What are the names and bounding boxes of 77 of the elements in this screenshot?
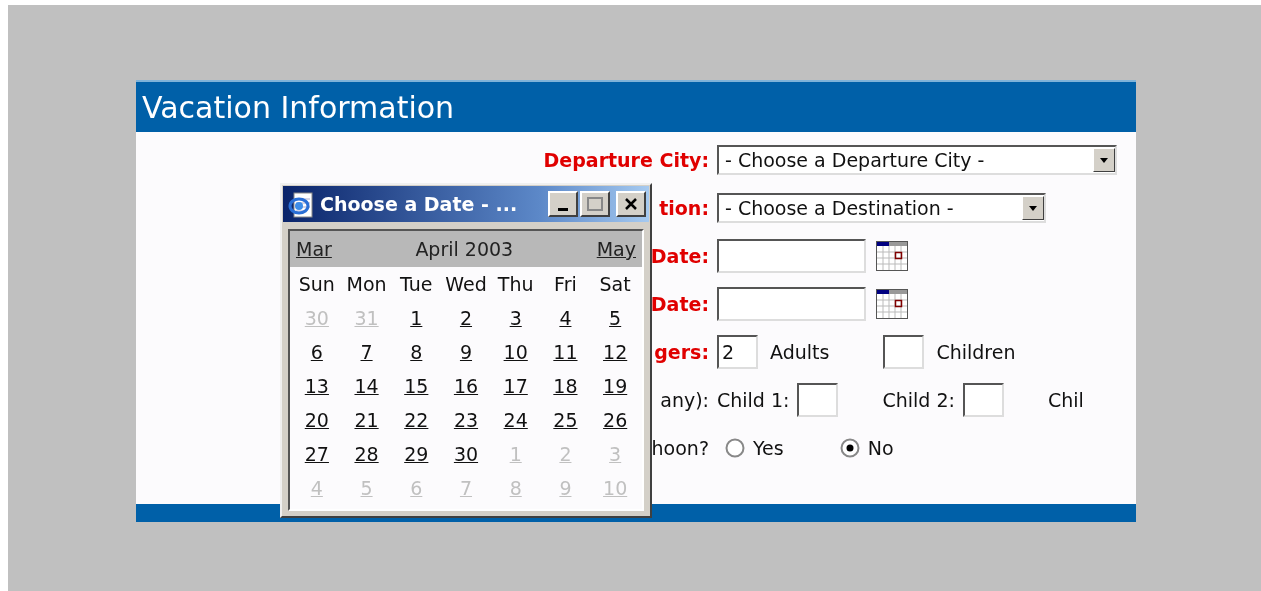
day-link[interactable]: 8 (410, 341, 423, 363)
day-link[interactable]: 3 (509, 307, 522, 329)
day-link[interactable]: 2 (459, 307, 473, 329)
field-label: hoon? (651, 437, 709, 459)
field-label: Date: (650, 293, 709, 315)
number-field[interactable] (883, 335, 925, 369)
field-caption: Chil (1047, 389, 1084, 411)
weekday-label: Thu (496, 272, 535, 297)
day-link[interactable]: 26 (603, 409, 628, 431)
calendar-icon (876, 241, 908, 271)
weekday-label: Mon (345, 272, 388, 297)
minimize-button[interactable] (548, 191, 578, 217)
dropdown[interactable]: - Choose a Departure City - (717, 145, 1117, 175)
day-link[interactable]: 21 (354, 409, 379, 431)
day-link[interactable]: 17 (503, 375, 528, 397)
number-field[interactable]: 2 (717, 335, 758, 369)
month-title: April 2003 (415, 238, 514, 260)
weekday-label: Wed (444, 272, 488, 297)
previous-month-link[interactable]: Mar (296, 238, 332, 260)
radio-button[interactable] (839, 438, 860, 458)
field-label: Date: (650, 245, 709, 267)
field-label: gers: (654, 341, 709, 363)
window-title: Choose a Date - ... (320, 193, 519, 215)
weekday-label: Tue (399, 272, 434, 297)
close-icon (624, 197, 638, 211)
day-link[interactable]: 27 (304, 443, 329, 465)
date-field[interactable] (717, 287, 866, 321)
age-field[interactable] (797, 383, 839, 417)
field-caption: Child 2: (882, 389, 955, 411)
field-caption: Adults (770, 341, 830, 363)
day-link[interactable]: 12 (603, 341, 628, 363)
day-link[interactable]: 22 (404, 409, 429, 431)
day-link[interactable]: 16 (453, 375, 479, 397)
field-label: tion: (659, 197, 709, 219)
age-field[interactable] (962, 383, 1004, 417)
day-link[interactable]: 18 (553, 375, 578, 397)
day-link[interactable]: 25 (553, 409, 578, 431)
weekday-label: Sat (598, 272, 632, 297)
radio-button[interactable] (725, 438, 745, 458)
weekday-label: Sun (297, 272, 336, 297)
caret-icon (1099, 156, 1109, 164)
day-link[interactable]: 9 (459, 341, 473, 363)
day-link[interactable]: 24 (503, 409, 528, 431)
day-link[interactable]: 15 (404, 375, 429, 397)
day-link[interactable]: 28 (354, 443, 379, 465)
maximize-button[interactable] (580, 191, 610, 217)
day-link[interactable]: 30 (453, 443, 479, 465)
radio-label: No (867, 437, 894, 459)
section-title: Vacation Information (142, 90, 455, 125)
caret-icon (1028, 204, 1038, 212)
browser-icon (286, 190, 314, 218)
day-link[interactable]: 7 (360, 341, 373, 363)
field-caption: Children (936, 341, 1016, 363)
day-link[interactable]: 20 (304, 409, 329, 431)
maximize-icon (587, 197, 603, 211)
day-link[interactable]: 1 (410, 307, 423, 329)
date-field[interactable] (717, 239, 866, 273)
field-label: Departure City: (543, 149, 709, 171)
radio-label: Yes (753, 437, 784, 459)
day-link[interactable]: 4 (559, 307, 572, 329)
field-caption: Child 1: (717, 389, 790, 411)
day-link[interactable]: 19 (603, 375, 628, 397)
day-link[interactable]: 13 (304, 375, 329, 397)
weekday-label: Fri (553, 272, 578, 297)
day-link[interactable]: 5 (609, 307, 622, 329)
day-link[interactable]: 6 (310, 341, 323, 363)
calendar-icon (876, 289, 908, 319)
day-link[interactable]: 10 (503, 341, 528, 363)
next-month-link[interactable]: May (596, 238, 636, 260)
day-link[interactable]: 14 (354, 375, 379, 397)
minimize-icon (558, 207, 568, 211)
close-button[interactable] (616, 191, 646, 217)
day-link[interactable]: 23 (453, 409, 479, 431)
day-link[interactable]: 29 (404, 443, 429, 465)
dropdown[interactable]: - Choose a Destination - (717, 193, 1046, 223)
field-label: any): (660, 389, 709, 411)
day-link[interactable]: 11 (553, 341, 578, 363)
